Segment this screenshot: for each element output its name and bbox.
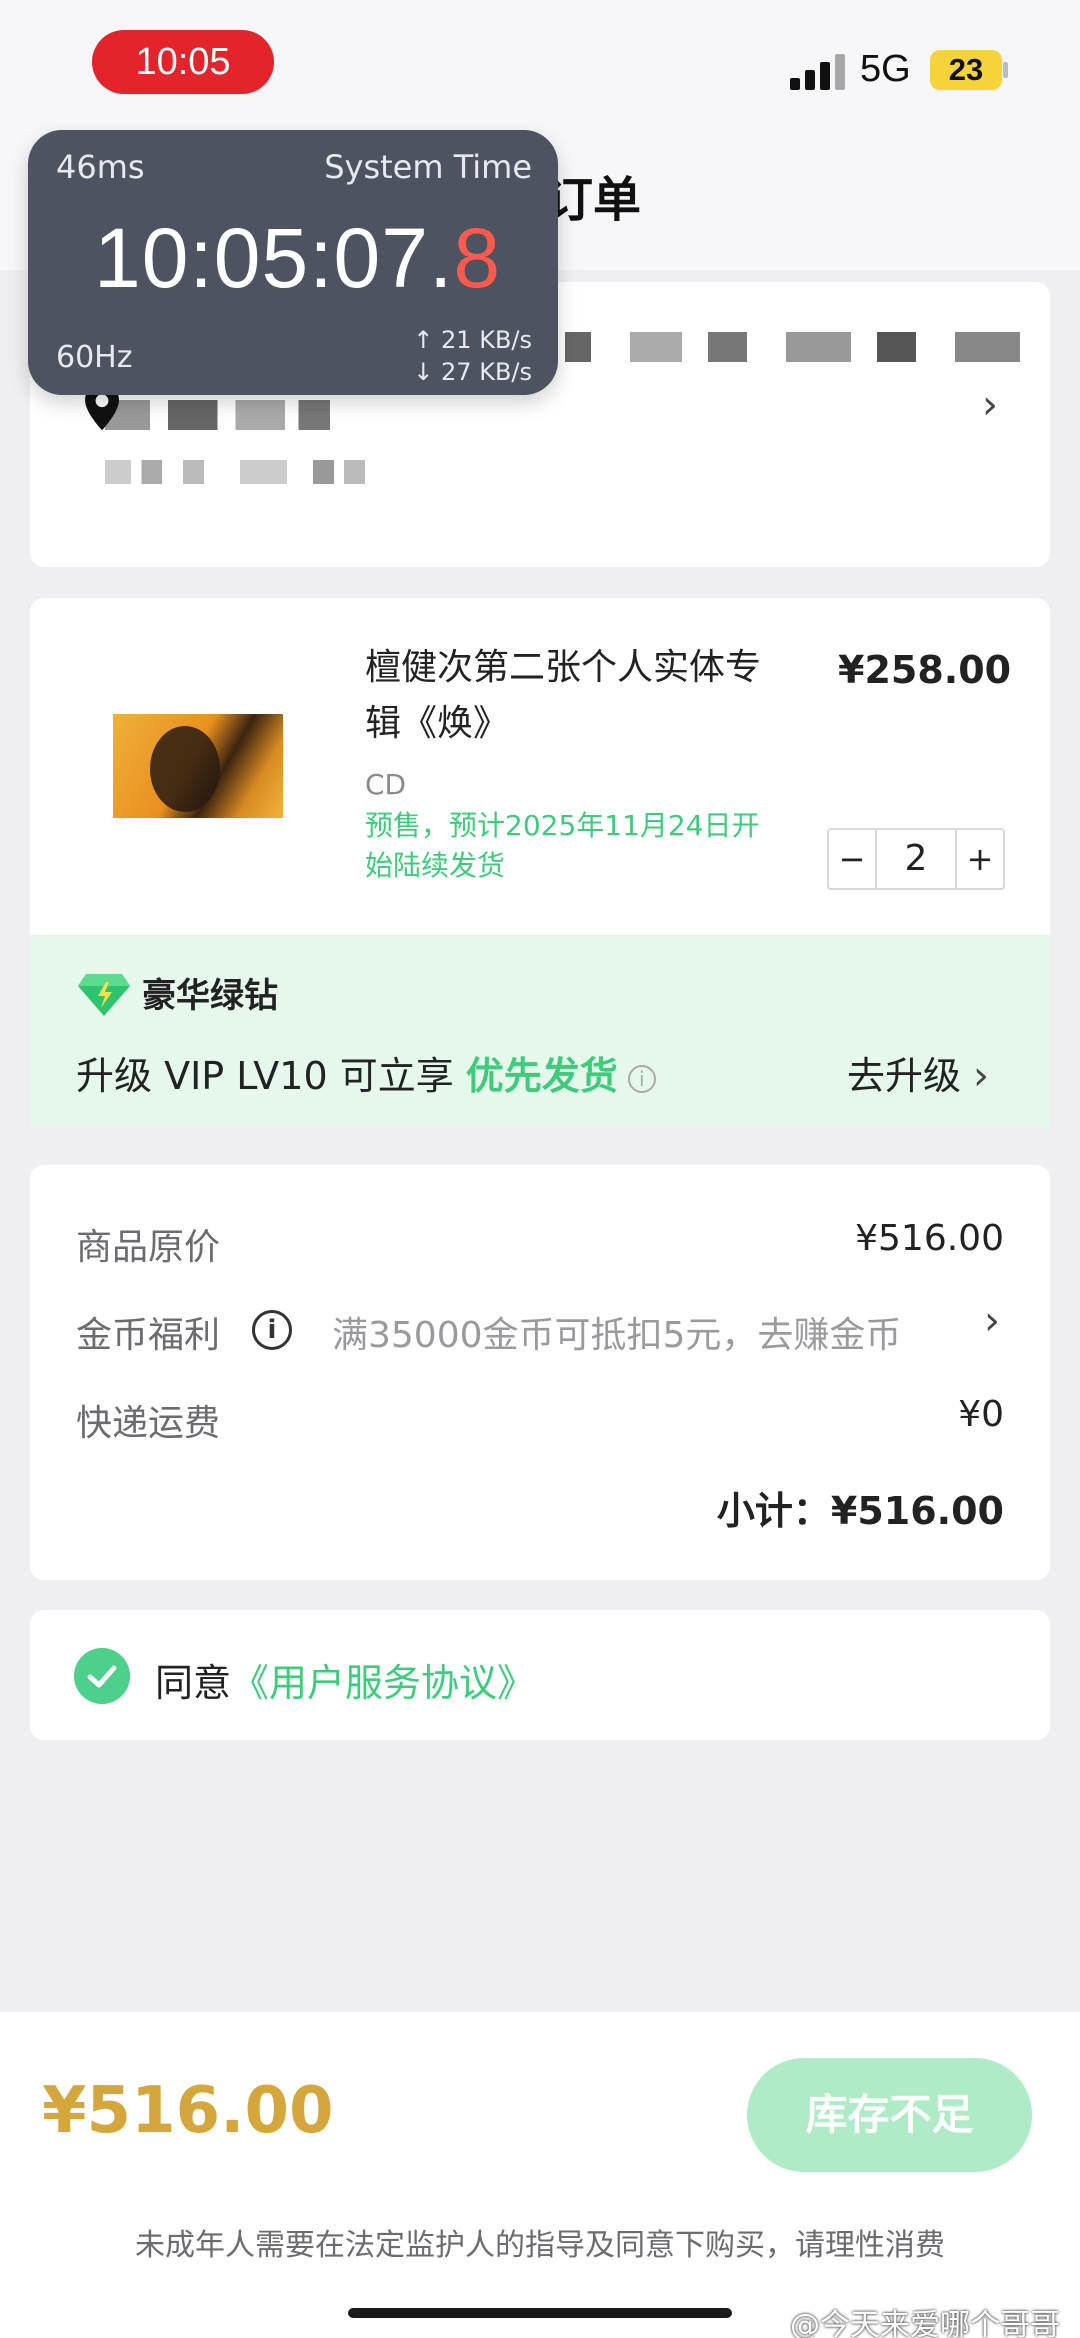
chevron-right-icon: › <box>973 1053 990 1099</box>
vip-offer-text: 升级 VIP LV10 可立享 优先发货 i <box>76 1045 656 1100</box>
vip-brand: 豪华绿钻 <box>142 976 278 1016</box>
info-icon[interactable]: i <box>627 1064 656 1093</box>
system-time-label: System Time <box>324 148 532 186</box>
minor-disclaimer: 未成年人需要在法定监护人的指导及同意下购买，请理性消费 <box>135 2228 945 2263</box>
network-type: 5G <box>860 48 911 90</box>
subtotal: 小计：¥516.00 <box>717 1480 1004 1535</box>
redacted-phone <box>105 400 330 430</box>
vip-offer-prefix: 升级 VIP LV10 可立享 <box>76 1054 466 1098</box>
battery-tip <box>1003 62 1008 78</box>
redacted-address <box>105 460 365 484</box>
original-price-value: ¥516.00 <box>855 1218 1004 1259</box>
product-format: CD <box>365 768 407 801</box>
subtotal-label: 小计： <box>716 1489 831 1533</box>
diamond-icon <box>78 974 130 1016</box>
battery-icon: 23 <box>930 50 1002 90</box>
increase-button[interactable]: + <box>955 830 1003 888</box>
shipping-value: ¥0 <box>958 1394 1004 1435</box>
page-title: 订单 <box>545 172 642 228</box>
vip-offer-highlight: 优先发货 <box>465 1054 618 1098</box>
upgrade-link[interactable]: 去升级 › <box>847 1045 989 1100</box>
upgrade-label: 去升级 <box>847 1054 962 1098</box>
watermark: @今天来爱哪个哥哥 <box>790 2308 1060 2338</box>
download-speed: ↓ 27 KB/s <box>413 358 532 386</box>
system-time-overlay[interactable]: 46ms System Time 10:05:07.8 60Hz ↑ 21 KB… <box>28 130 558 395</box>
order-total: ¥516.00 <box>42 2074 334 2148</box>
clock-main: 10:05:07. <box>94 211 454 305</box>
user-agreement-link[interactable]: 《用户服务协议》 <box>231 1661 535 1705</box>
agreement-prefix: 同意 <box>155 1661 232 1705</box>
decrease-button[interactable]: − <box>829 830 877 888</box>
original-price-label: 商品原价 <box>76 1227 221 1268</box>
refresh-rate: 60Hz <box>56 340 133 375</box>
shipping-label: 快递运费 <box>76 1403 221 1444</box>
chevron-right-icon: › <box>984 1298 1000 1344</box>
quantity-stepper: − 2 + <box>827 828 1005 890</box>
latency-readout: 46ms <box>56 148 145 186</box>
presale-note: 预售，预计2025年11月24日开始陆续发货 <box>365 809 760 882</box>
home-indicator[interactable] <box>348 2308 732 2318</box>
info-icon[interactable]: i <box>252 1310 292 1350</box>
coin-benefit-note[interactable]: 满35000金币可抵扣5元，去赚金币 <box>332 1306 901 1358</box>
clock-fraction: 8 <box>453 211 502 305</box>
clock-readout: 10:05:07.8 <box>94 210 501 307</box>
album-cover-silhouette <box>150 726 220 812</box>
out-of-stock-button[interactable]: 库存不足 <box>747 2058 1032 2172</box>
upload-speed: ↑ 21 KB/s <box>413 326 532 354</box>
quantity-value[interactable]: 2 <box>877 830 955 888</box>
status-time: 10:05 <box>92 30 274 94</box>
subtotal-value: ¥516.00 <box>830 1489 1004 1533</box>
check-icon[interactable] <box>74 1648 130 1704</box>
signal-icon <box>790 54 846 90</box>
product-name: 檀健次第二张个人实体专辑《焕》 <box>365 647 762 744</box>
coin-benefit-label: 金币福利 <box>76 1315 221 1356</box>
chevron-right-icon: › <box>982 382 998 428</box>
agreement-text: 同意《用户服务协议》 <box>155 1652 535 1707</box>
product-price: ¥258.00 <box>838 648 1012 692</box>
